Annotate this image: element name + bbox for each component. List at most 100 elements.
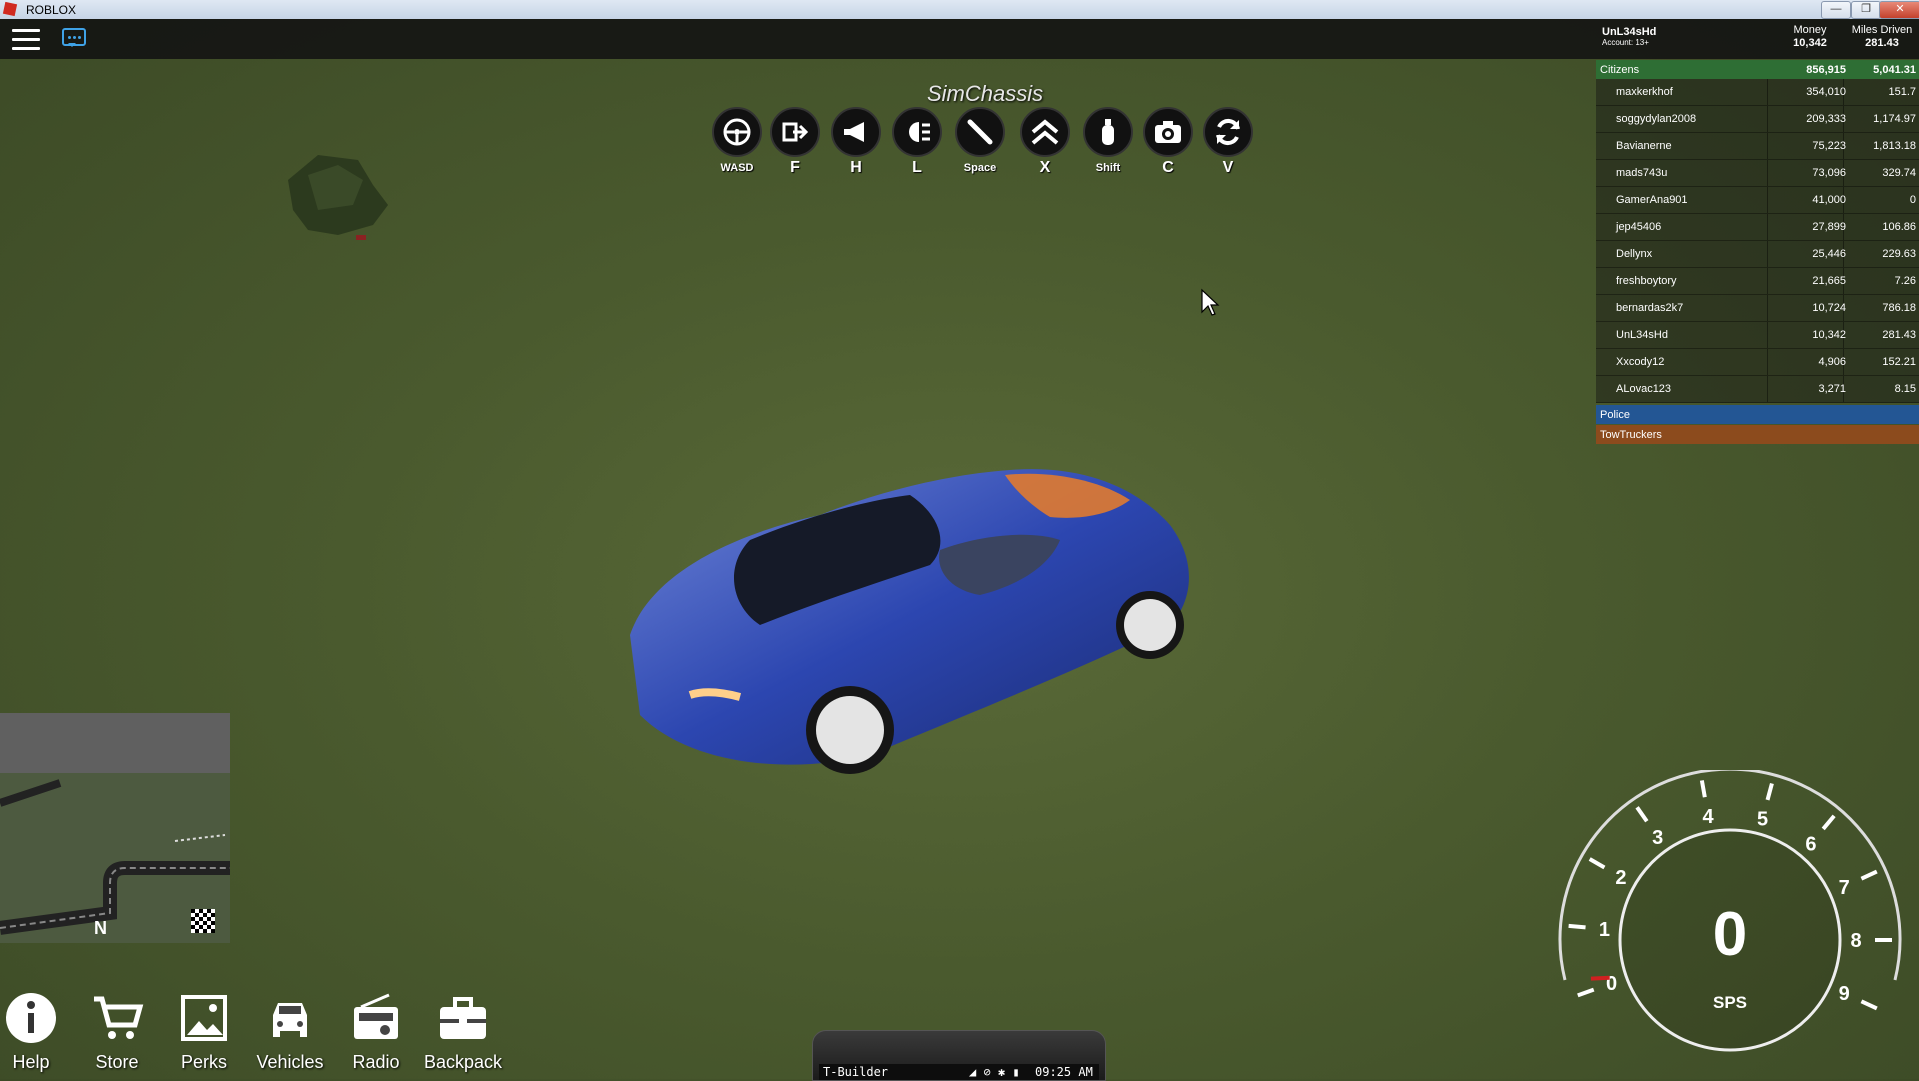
control-v[interactable]: V [1203,107,1253,177]
menu-icon[interactable] [12,29,40,50]
dock-label: Perks [180,1052,227,1072]
speedometer-tick [1699,780,1707,798]
player-row[interactable]: mads743u 73,096 329.74 [1596,160,1919,187]
help-button[interactable]: Help [0,990,72,1073]
team-citizens[interactable]: Citizens 856,915 5,041.31 [1596,60,1919,79]
player-money: 354,010 [1806,86,1846,98]
player-money: 4,906 [1818,356,1846,368]
player-name: UnL34sHd [1616,329,1668,341]
tbuilder-panel[interactable]: T-Builder ◢ ⊘ ✱ ▮ 09:25 AM [812,1030,1106,1081]
store-button[interactable]: Store [76,990,158,1073]
tbuilder-statusbar: T-Builder ◢ ⊘ ✱ ▮ 09:25 AM [819,1064,1099,1080]
control-wasd[interactable]: WASD [712,107,762,177]
money-label: Money [1793,24,1827,36]
player-miles: 0 [1909,194,1916,206]
player-row[interactable]: Xxcody12 4,906 152.21 [1596,349,1919,376]
account-info: UnL34sHd Account: 13+ [1602,26,1656,47]
vehicles-button[interactable]: Vehicles [249,990,331,1073]
backpack-button[interactable]: Backpack [422,990,504,1073]
maximize-button[interactable]: ❐ [1851,1,1881,19]
control-key-label: X [1039,159,1051,176]
speedometer-tick-label: 9 [1839,983,1850,1005]
player-money: 21,665 [1812,275,1846,287]
team-towtruckers[interactable]: TowTruckers [1596,425,1919,444]
speedometer-tick [1568,923,1586,930]
player-row[interactable]: ALovac123 3,271 8.15 [1596,376,1919,403]
bush [288,155,388,240]
team-name: Police [1600,409,1630,421]
speedometer-tick-label: 3 [1652,827,1663,849]
dock-label: Backpack [423,1052,503,1072]
player-miles: 1,813.18 [1873,140,1916,152]
checkered-flag-icon [191,909,215,933]
dock-label: Vehicles [256,1052,324,1072]
player-money: 209,333 [1806,113,1846,125]
player-row[interactable]: freshboytory 21,665 7.26 [1596,268,1919,295]
chevrons-up-icon [1020,107,1070,157]
player-row[interactable]: Dellynx 25,446 229.63 [1596,241,1919,268]
speed-value: 0 [1713,900,1747,969]
player-miles: 152.21 [1882,356,1916,368]
player-name: jep45406 [1616,221,1662,233]
player-money: 75,223 [1812,140,1846,152]
team-miles: 5,041.31 [1873,64,1916,76]
control-h[interactable]: H [831,107,881,177]
money-stat: Money 10,342 [1785,24,1835,49]
radio-button[interactable]: Radio [335,990,417,1073]
speedometer-tick-label: 4 [1703,806,1715,828]
player-row[interactable]: bernardas2k7 10,724 786.18 [1596,295,1919,322]
steering-wheel-icon [712,107,762,157]
player-name: mads743u [1616,167,1668,179]
account-age-label: Account: 13+ [1602,38,1649,47]
status-icons: ◢ ⊘ ✱ ▮ [969,1065,1020,1079]
player-name: Bavianerne [1616,140,1672,152]
player-row[interactable]: maxkerkhof 354,010 151.7 [1596,79,1919,106]
minimap[interactable]: N [0,713,230,943]
player-row[interactable]: GamerAna901 41,000 0 [1596,187,1919,214]
speedometer-tick-label: 6 [1805,833,1816,855]
control-key-label: Shift [1095,162,1121,174]
horn-icon [831,107,881,157]
player-row[interactable]: Bavianerne 75,223 1,813.18 [1596,133,1919,160]
player-name: freshboytory [1616,275,1677,287]
player-row[interactable]: soggydylan2008 209,333 1,174.97 [1596,106,1919,133]
team-name: Citizens [1600,64,1640,76]
cart-icon [76,990,158,1046]
player-money: 27,899 [1812,221,1846,233]
speedometer-tick [1577,987,1595,998]
backpack-icon [422,990,504,1046]
speedometer-tick [1821,814,1836,831]
team-money: 856,915 [1806,64,1846,76]
player-miles: 106.86 [1882,221,1916,233]
window-title: ROBLOX [26,3,77,17]
radio-icon [335,990,417,1046]
player-row[interactable]: jep45406 27,899 106.86 [1596,214,1919,241]
headlight-icon [892,107,942,157]
dock-label: Radio [352,1052,400,1072]
control-space[interactable]: Space [955,107,1005,177]
control-l[interactable]: L [892,107,942,177]
team-police[interactable]: Police [1596,405,1919,424]
tbuilder-name: T-Builder [823,1065,889,1079]
speedometer-tick-label: 7 [1839,877,1850,899]
control-x[interactable]: X [1020,107,1070,177]
minimize-button[interactable]: — [1821,1,1851,19]
control-key-label: V [1222,159,1234,176]
perks-button[interactable]: Perks [163,990,245,1073]
handbrake-icon [955,107,1005,157]
player-miles: 8.15 [1894,383,1916,395]
control-c[interactable]: C [1143,107,1193,177]
player-car[interactable] [610,455,1210,775]
player-row[interactable]: UnL34sHd 10,342 281.43 [1596,322,1919,349]
player-money: 10,342 [1812,329,1846,341]
close-button[interactable]: ✕ [1879,1,1919,19]
speedometer-tick [1588,857,1606,870]
player-name: ALovac123 [1616,383,1672,395]
control-shift[interactable]: Shift [1083,107,1133,177]
chat-icon[interactable] [62,28,86,47]
info-icon [0,990,72,1046]
leaderboard: Citizens 856,915 5,041.31 maxkerkhof 354,… [1596,60,1919,444]
speedometer-tick-label: 5 [1757,808,1768,830]
control-f[interactable]: F [770,107,820,177]
control-key-label: H [850,159,862,176]
